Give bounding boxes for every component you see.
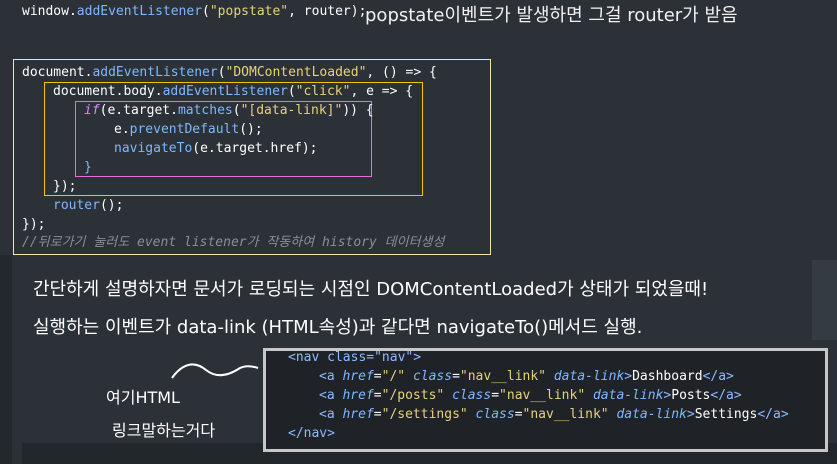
squiggle-annotation xyxy=(171,363,259,379)
nav-open-tag: <nav class="nav"> xyxy=(288,350,422,365)
popstate-note: popstate이벤트가 발생하면 그걸 router가 받음 xyxy=(365,5,738,26)
explanation-line-2: 실행하는 이벤트가 data-link (HTML속성)과 같다면 naviga… xyxy=(33,317,643,338)
left-margin-bar xyxy=(0,255,12,464)
code-line-3: if(e.target.matches("[data-link]")) { xyxy=(84,103,374,118)
code-comment: //뒤로가기 눌러도 event listener가 작동하여 history … xyxy=(22,235,445,250)
code-token: window. xyxy=(22,4,77,19)
code-line-1: document.addEventListener("DOMContentLoa… xyxy=(22,65,437,80)
code-token: addEventListener xyxy=(76,4,203,19)
right-edge-strip xyxy=(812,260,837,340)
nav-close-tag: </nav> xyxy=(288,426,335,441)
code-token: , router); xyxy=(288,4,367,19)
nav-link-line: <a href="/posts" class="nav__link" data-… xyxy=(319,388,742,403)
handwriting-line-1: 여기HTML xyxy=(106,388,180,407)
code-line-9: }); xyxy=(22,217,46,232)
explanation-line-1: 간단하게 설명하자면 문서가 로딩되는 시점인 DOMContentLoaded… xyxy=(33,279,709,300)
nav-link-line: <a href="/" class="nav__link" data-link>… xyxy=(319,369,734,384)
popstate-code-line: window.addEventListener("popstate", rout… xyxy=(22,4,367,19)
code-line-7: }); xyxy=(53,179,77,194)
code-line-6: } xyxy=(84,160,92,175)
code-block: document.addEventListener("DOMContentLoa… xyxy=(22,64,492,254)
code-line-8: router(); xyxy=(53,198,124,213)
handwriting-line-2: 링크말하는거다 xyxy=(112,421,216,440)
code-line-2: document.body.addEventListener("click", … xyxy=(53,84,414,99)
code-line-5: navigateTo(e.target.href); xyxy=(114,141,318,156)
nav-link-line: <a href="/settings" class="nav__link" da… xyxy=(319,407,789,422)
code-token: "popstate" xyxy=(209,4,289,19)
code-line-4: e.preventDefault(); xyxy=(114,122,263,137)
html-snippet-code: <nav class="nav"> <a href="/" class="nav… xyxy=(288,349,818,444)
